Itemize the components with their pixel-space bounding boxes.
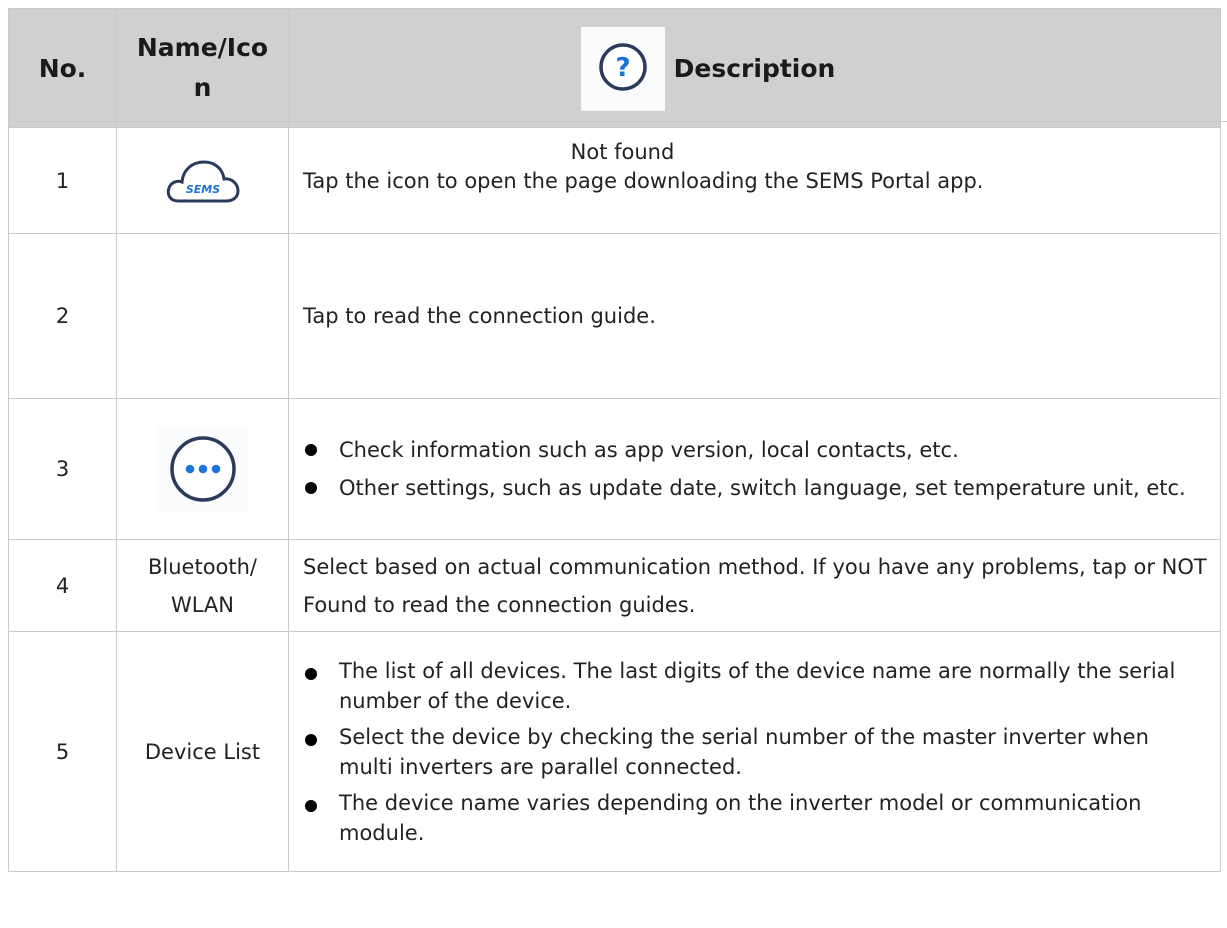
bullet-icon [305, 444, 317, 456]
help-subcell: ? Not found [16, 16, 1227, 182]
row-number: 2 [8, 233, 117, 399]
description-table: No. Name/Ico n Description 1 SEMS Tap th… [8, 8, 1227, 872]
row-description: Tap to read the connection guide. [288, 233, 1221, 399]
table-row: 5 Device List The list of all devices. T… [8, 631, 1221, 872]
more-icon[interactable] [156, 426, 249, 512]
list-item: The device name varies depending on the … [301, 788, 1208, 848]
bullet-icon [305, 733, 317, 746]
question-icon[interactable]: ? [580, 26, 665, 111]
bullet-icon [305, 667, 317, 680]
bullet-icon [305, 799, 317, 812]
list-item: Other settings, such as update date, swi… [301, 469, 1208, 507]
row-number: 4 [8, 539, 117, 632]
not-found-label[interactable]: Not found [17, 121, 1227, 182]
more-cell [116, 398, 289, 540]
row-number: 3 [8, 398, 117, 540]
table-row: 2 ? Not found Tap to read the connection… [8, 16, 1227, 399]
row-description: Select based on actual communication met… [288, 539, 1221, 632]
row-number: 5 [8, 631, 117, 872]
table-row: 3 Check information such as app version,… [8, 398, 1221, 540]
help-cell: ? Not found [16, 16, 1227, 399]
row-description: The list of all devices. The last digits… [288, 631, 1221, 872]
row-description: Check information such as app version, l… [288, 398, 1221, 540]
list-item: The list of all devices. The last digits… [301, 656, 1208, 716]
row-name: Bluetooth/ WLAN [116, 539, 289, 632]
table-row: 4 Bluetooth/ WLAN Select based on actual… [8, 539, 1221, 632]
svg-text:?: ? [615, 53, 630, 83]
sems-logo-text: SEMS [185, 183, 219, 196]
list-item: Check information such as app version, l… [301, 431, 1208, 469]
list-item: Select the device by checking the serial… [301, 722, 1208, 782]
bullet-icon [305, 482, 317, 494]
row-name: Device List [116, 631, 289, 872]
